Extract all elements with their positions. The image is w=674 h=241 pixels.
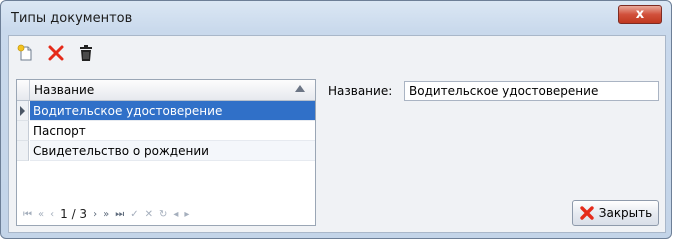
delete-red-x-icon[interactable] xyxy=(45,42,67,64)
first-record-icon[interactable]: ⏮ xyxy=(23,209,32,220)
prev-page-icon[interactable]: « xyxy=(38,209,44,220)
name-input[interactable] xyxy=(404,81,659,101)
last-record-icon[interactable]: ⏭ xyxy=(115,209,124,220)
next-record-icon[interactable]: › xyxy=(93,209,97,220)
grid-cell[interactable]: Паспорт xyxy=(30,121,315,141)
toolbar xyxy=(15,41,97,65)
table-row[interactable]: Паспорт xyxy=(17,121,315,141)
document-types-grid: Название Водительское удостоверение Пасп… xyxy=(16,79,316,226)
row-indicator xyxy=(17,141,29,161)
sort-ascending-icon[interactable] xyxy=(295,85,305,92)
grid-header: Название xyxy=(17,80,315,101)
window-close-button[interactable]: x xyxy=(618,5,662,24)
grid-cell[interactable]: Водительское удостоверение xyxy=(30,101,315,121)
scroll-left-icon[interactable]: ◂ xyxy=(173,209,178,220)
column-header-name[interactable]: Название xyxy=(34,83,94,97)
table-row[interactable]: Водительское удостоверение xyxy=(17,101,315,121)
name-field-label: Название: xyxy=(328,84,393,98)
window-title: Типы документов xyxy=(11,11,133,26)
confirm-icon[interactable]: ✓ xyxy=(130,209,138,220)
close-x-icon xyxy=(580,206,594,220)
grid-corner xyxy=(17,80,30,100)
dialog-client-area: Название Водительское удостоверение Пасп… xyxy=(8,35,666,233)
current-row-arrow-icon xyxy=(20,106,25,116)
refresh-icon[interactable]: ↻ xyxy=(159,209,167,220)
page-indicator: 1 / 3 xyxy=(60,207,88,221)
title-bar[interactable]: Типы документов x xyxy=(1,1,671,35)
window-close-label: x xyxy=(635,7,645,22)
close-button[interactable]: Закрыть xyxy=(572,200,659,226)
dialog-window: Типы документов x Название Водительское … xyxy=(0,0,672,239)
trash-icon[interactable] xyxy=(75,42,97,64)
close-button-label: Закрыть xyxy=(598,206,653,220)
scroll-right-icon[interactable]: ▸ xyxy=(184,209,189,220)
prev-record-icon[interactable]: ‹ xyxy=(50,209,54,220)
grid-navigator: ⏮ « ‹ 1 / 3 › » ⏭ ✓ ✕ ↻ ◂ ▸ xyxy=(17,203,315,225)
new-document-icon[interactable] xyxy=(15,42,37,64)
next-page-icon[interactable]: » xyxy=(103,209,109,220)
row-indicator xyxy=(17,101,29,121)
grid-cell[interactable]: Свидетельство о рождении xyxy=(30,141,315,161)
cancel-icon[interactable]: ✕ xyxy=(145,209,153,220)
table-row[interactable]: Свидетельство о рождении xyxy=(17,141,315,161)
row-indicator xyxy=(17,121,29,141)
